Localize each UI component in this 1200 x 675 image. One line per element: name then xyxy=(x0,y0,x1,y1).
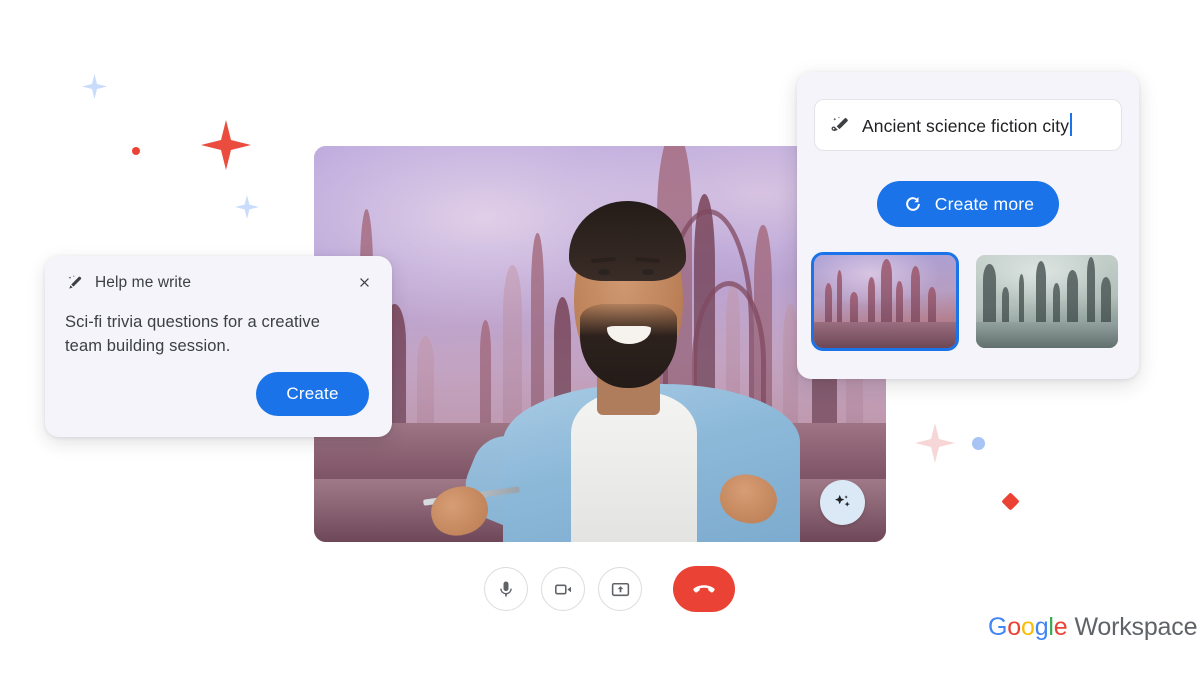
video-camera-icon xyxy=(554,584,571,594)
sparkle-dot-blue xyxy=(972,437,985,450)
magic-pencil-icon xyxy=(68,274,82,289)
help-me-write-card: Help me write Sci-fi trivia questions fo… xyxy=(45,256,392,437)
end-call-button[interactable] xyxy=(673,566,735,612)
logo-letter-o1: o xyxy=(1007,613,1021,641)
prompt-input[interactable]: Ancient science fiction city xyxy=(814,99,1122,151)
generated-image-1[interactable] xyxy=(811,252,959,351)
generated-image-2[interactable] xyxy=(976,255,1118,348)
logo-workspace-word: Workspace xyxy=(1074,613,1198,641)
hang-up-phone-icon xyxy=(693,585,715,593)
logo-letter-g2: g xyxy=(1034,613,1049,641)
camera-button[interactable] xyxy=(541,567,585,611)
logo-letter-e: e xyxy=(1053,613,1068,641)
sparkle-star-red xyxy=(201,120,251,170)
sparkle-icon xyxy=(834,494,850,507)
logo-letter-g1: G xyxy=(988,613,1008,641)
help-card-header: Help me write xyxy=(65,272,372,294)
sparkle-icon-button[interactable] xyxy=(820,480,865,525)
close-icon-button[interactable] xyxy=(352,270,376,294)
create-more-label: Create more xyxy=(934,193,1035,214)
present-screen-button[interactable] xyxy=(598,567,642,611)
magic-wand-icon xyxy=(831,115,848,131)
sparkle-star-pink xyxy=(915,423,955,463)
create-button[interactable]: Create xyxy=(256,372,369,416)
logo-letter-o2: o xyxy=(1020,613,1035,641)
prompt-input-value: Ancient science fiction city xyxy=(862,113,1073,137)
sparkle-star-blue-small xyxy=(235,195,259,219)
help-card-prompt-text: Sci-fi trivia questions for a creative t… xyxy=(65,313,321,355)
image-generation-panel: Ancient science fiction city Create more xyxy=(797,72,1139,379)
text-caret xyxy=(1070,113,1073,136)
sparkle-diamond-red xyxy=(1001,492,1020,511)
meeting-controls-bar xyxy=(484,566,735,612)
sparkle-star-blue-top-left xyxy=(82,74,107,99)
close-icon xyxy=(359,277,369,287)
help-card-title: Help me write xyxy=(95,274,192,291)
create-more-button[interactable]: Create more xyxy=(877,181,1059,227)
generated-thumbnail-list xyxy=(811,252,1118,351)
microphone-icon xyxy=(500,581,512,597)
sparkle-dot-red xyxy=(132,147,140,155)
present-screen-icon xyxy=(611,582,629,596)
refresh-icon xyxy=(905,196,920,211)
google-workspace-logo: Google Workspace xyxy=(988,613,1197,642)
promo-canvas: Help me write Sci-fi trivia questions fo… xyxy=(0,0,1200,675)
microphone-button[interactable] xyxy=(484,567,528,611)
